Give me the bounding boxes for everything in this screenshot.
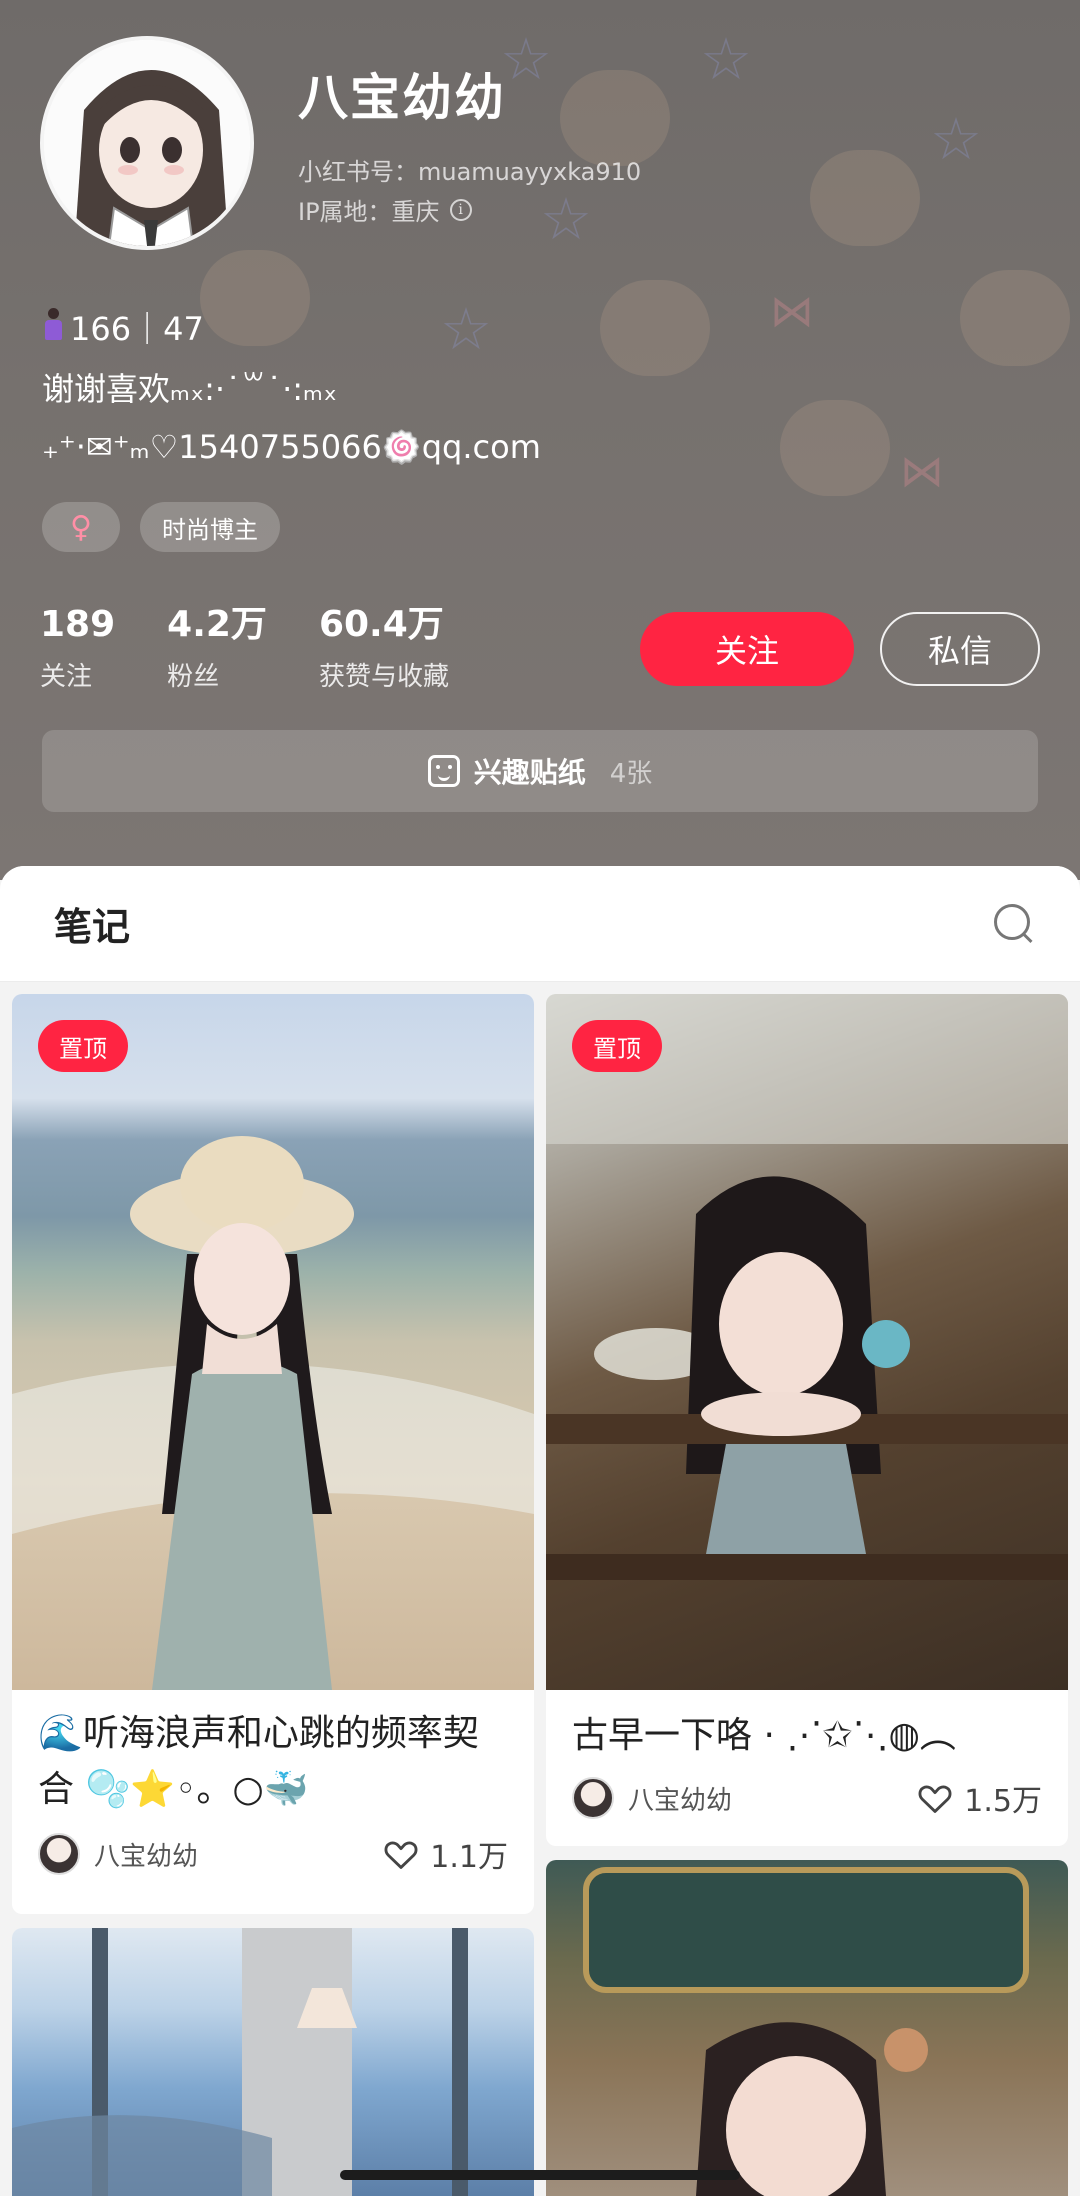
author-name: 八宝幼幼 xyxy=(628,1785,733,1816)
note-title[interactable]: 🌊听海浪声和心跳的频率契合 🫧⭐️◦。○🐳 xyxy=(38,1706,508,1818)
wallpaper-star-icon: ☆ xyxy=(930,105,982,173)
profile-tags: ♀ 时尚博主 xyxy=(42,502,280,552)
wallpaper-dog-icon xyxy=(960,270,1070,366)
stat-followers[interactable]: 4.2万 粉丝 xyxy=(167,604,267,693)
wallpaper-bow-icon: ⋈ xyxy=(770,286,814,337)
author-avatar xyxy=(38,1833,80,1875)
red-id[interactable]: 小红书号：muamuayyxka910 xyxy=(298,152,641,187)
pinned-badge: 置顶 xyxy=(572,1020,662,1072)
stat-likes-collects[interactable]: 60.4万 获赞与收藏 xyxy=(319,604,449,693)
stat-following-value: 189 xyxy=(40,604,116,645)
follow-button[interactable]: 关注 xyxy=(640,612,854,686)
wallpaper-dog-icon xyxy=(200,250,310,346)
note-card[interactable]: 置顶 🌊听海浪声和心跳的频率契合 🫧⭐️◦。○🐳 八宝幼幼 1.1万 xyxy=(12,994,534,1914)
notes-tab-title[interactable]: 笔记 xyxy=(54,896,130,951)
category-tag[interactable]: 时尚博主 xyxy=(140,502,280,552)
notes-panel: 笔记 置顶 🌊听海浪声和心跳的频率契合 🫧⭐️◦。○🐳 八宝幼幼 1.1万 置顶… xyxy=(0,866,1080,2196)
bio-line-2: 谢谢喜欢ₘₓ:·˙꒳˙·:ₘₓ xyxy=(42,370,338,408)
note-card[interactable] xyxy=(12,1928,534,2196)
note-footer: 八宝幼幼 1.1万 xyxy=(38,1832,508,1876)
gender-tag: ♀ xyxy=(42,502,120,552)
like-button[interactable]: 1.1万 xyxy=(382,1832,508,1876)
wallpaper-star-icon: ☆ xyxy=(700,25,752,93)
home-indicator[interactable] xyxy=(340,2170,740,2180)
interest-stickers-bar[interactable]: 兴趣贴纸 4张 xyxy=(42,730,1038,812)
heart-icon xyxy=(918,1785,952,1813)
stat-following-label: 关注 xyxy=(40,662,93,692)
info-icon[interactable]: i xyxy=(449,198,472,221)
ip-location-text: IP属地：重庆 xyxy=(298,198,440,226)
wallpaper-bow-icon: ⋈ xyxy=(900,446,944,497)
heart-icon xyxy=(384,1841,418,1869)
note-title[interactable]: 古早一下咯 · ⋰✩⋱◍︵ xyxy=(572,1708,1052,1764)
pinned-badge: 置顶 xyxy=(38,1020,128,1072)
like-count: 1.5万 xyxy=(964,1784,1042,1819)
wallpaper-dog-icon xyxy=(780,400,890,496)
profile-stats: 189 关注 4.2万 粉丝 60.4万 获赞与收藏 xyxy=(40,604,449,693)
profile-header: ☆ ☆ ☆ ☆ ☆ ⋈ ⋈ 八宝幼幼 小红书号：muamuayyxka910 I… xyxy=(0,0,1080,880)
bio-line-1-text: 166｜47 xyxy=(70,310,204,348)
person-icon xyxy=(42,308,64,342)
note-cover-image[interactable]: 置顶 xyxy=(546,994,1068,1690)
wallpaper-dog-icon xyxy=(600,280,710,376)
note-cover-image[interactable] xyxy=(546,1860,1068,2196)
wallpaper-star-icon: ☆ xyxy=(540,185,592,253)
note-card[interactable]: 置顶 古早一下咯 · ⋰✩⋱◍︵ 八宝幼幼 1.5万 xyxy=(546,994,1068,1846)
message-button[interactable]: 私信 xyxy=(880,612,1040,686)
bio-line-3: ₊⁺‧✉︎⁺ₘ♡1540755066🍥qq.com xyxy=(42,428,541,466)
search-icon[interactable] xyxy=(992,902,1036,946)
wallpaper-dog-icon xyxy=(810,150,920,246)
sticker-icon xyxy=(427,755,460,787)
note-author[interactable]: 八宝幼幼 xyxy=(38,1833,198,1875)
stat-followers-label: 粉丝 xyxy=(167,662,220,692)
author-name: 八宝幼幼 xyxy=(94,1841,199,1872)
sticker-label: 兴趣贴纸 xyxy=(473,756,586,789)
ip-location: IP属地：重庆 i xyxy=(298,192,472,227)
wallpaper-star-icon: ☆ xyxy=(500,25,552,93)
avatar[interactable] xyxy=(40,36,254,250)
stat-following[interactable]: 189 关注 xyxy=(40,604,115,693)
note-card[interactable] xyxy=(546,1860,1068,2196)
author-avatar xyxy=(572,1777,614,1819)
sticker-count: 4张 xyxy=(609,758,653,789)
notes-header: 笔记 xyxy=(0,866,1080,982)
stat-likes-collects-label: 获赞与收藏 xyxy=(318,662,449,692)
like-count: 1.1万 xyxy=(430,1840,508,1875)
note-author[interactable]: 八宝幼幼 xyxy=(572,1777,732,1819)
bio-line-1: 166｜47 xyxy=(42,304,204,350)
like-button[interactable]: 1.5万 xyxy=(916,1776,1042,1820)
profile-name: 八宝幼幼 xyxy=(298,69,506,127)
note-cover-image[interactable]: 置顶 xyxy=(12,994,534,1690)
wallpaper-star-icon: ☆ xyxy=(440,295,492,363)
note-footer: 八宝幼幼 1.5万 xyxy=(572,1776,1042,1820)
stat-likes-collects-value: 60.4万 xyxy=(318,604,444,645)
note-cover-image[interactable] xyxy=(12,1928,534,2196)
stat-followers-value: 4.2万 xyxy=(167,604,267,645)
